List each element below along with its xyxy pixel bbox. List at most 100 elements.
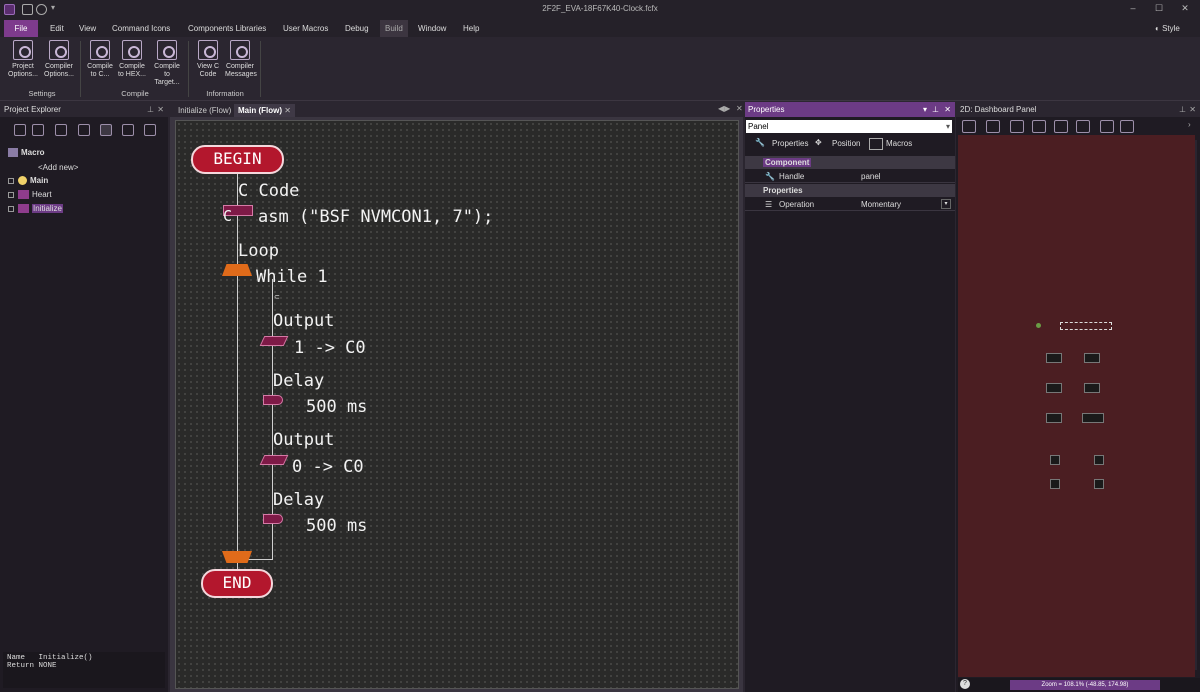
menu-debug[interactable]: Debug (340, 20, 374, 37)
project-explorer-panel: Project Explorer ⊥ ✕ Macro <Add new> Main… (0, 102, 168, 692)
help-icon[interactable]: ? (960, 679, 970, 689)
components-icon[interactable] (100, 124, 112, 136)
properties-panel: Properties ▾ ⊥ ✕ Panel ▾ 🔧 Properties ✥ Pos… (745, 102, 955, 692)
tab-scroll-icon[interactable]: ◀▶ (718, 104, 730, 113)
dashboard-button-component[interactable] (1050, 479, 1060, 489)
menu-file[interactable]: File (4, 20, 38, 37)
close-icon[interactable]: ✕ (944, 102, 951, 117)
expand-icon[interactable] (8, 205, 14, 212)
begin-terminal[interactable]: BEGIN (191, 145, 284, 174)
delay2-block[interactable] (263, 514, 283, 524)
output2-body: 0 -> C0 (292, 457, 364, 477)
style-menu[interactable]: ◐ Style (1150, 20, 1185, 37)
binary-icon (122, 40, 142, 60)
dashboard-component[interactable] (1082, 413, 1104, 423)
probe-icon[interactable] (1120, 120, 1134, 133)
variables-icon[interactable] (32, 124, 44, 136)
tab-initialize-flow[interactable]: Initialize (Flow) (174, 104, 235, 118)
tree-add-new[interactable]: <Add new> (38, 163, 78, 172)
close-icon[interactable]: ✕ (736, 104, 743, 113)
ports-icon[interactable] (55, 124, 67, 136)
loop-end-block[interactable] (222, 551, 252, 563)
macro-icon (18, 204, 29, 214)
dashboard-component[interactable] (1084, 383, 1100, 393)
compiler-options-button[interactable]: Compiler Options... (44, 40, 74, 88)
close-tab-icon[interactable]: ✕ (284, 106, 291, 115)
pin-icon[interactable]: ⊥ (932, 102, 939, 117)
property-row-operation[interactable]: ☰ Operation Momentary ▾ (745, 198, 955, 211)
tree-root-macro[interactable]: Macro (8, 148, 45, 158)
tab-position[interactable]: ✥ Position (815, 138, 860, 150)
menu-user-macros[interactable]: User Macros (278, 20, 333, 37)
maximize-icon[interactable]: ☐ (1152, 3, 1166, 15)
output2-title: Output (273, 430, 335, 450)
ribbon-group-settings: Settings (28, 89, 56, 98)
ribbon-separator (80, 41, 81, 97)
compile-to-target-button[interactable]: Compile to Target... (152, 40, 182, 88)
dropdown-icon[interactable]: ▾ (923, 102, 927, 117)
pan-icon[interactable] (1010, 120, 1024, 133)
compile-to-hex-button[interactable]: Compile to HEX... (117, 40, 147, 88)
tab-properties[interactable]: 🔧 Properties (755, 138, 808, 150)
zoom-fit-icon[interactable] (1054, 120, 1068, 133)
chevron-down-icon[interactable]: ▾ (946, 120, 950, 133)
menu-view[interactable]: View (74, 20, 101, 37)
output2-block[interactable] (259, 455, 289, 465)
property-row-handle[interactable]: 🔧 Handle panel (745, 170, 955, 183)
pin-icon[interactable]: ⊥ (1179, 102, 1186, 117)
tab-main-flow[interactable]: Main (Flow) ✕ (234, 104, 295, 118)
dashboard-canvas[interactable] (958, 135, 1195, 677)
palette-icon: ◐ (1155, 24, 1163, 33)
close-icon[interactable]: ✕ (157, 102, 164, 117)
chevron-down-icon[interactable]: ▾ (941, 199, 951, 209)
close-icon[interactable]: ✕ (1189, 102, 1196, 117)
minimize-icon[interactable]: – (1126, 3, 1140, 15)
expand-icon[interactable] (8, 191, 14, 198)
end-terminal[interactable]: END (201, 569, 273, 598)
dashboard-component[interactable] (1046, 383, 1062, 393)
dashboard-button-component[interactable] (1094, 455, 1104, 465)
menu-components-libraries[interactable]: Components Libraries (183, 20, 271, 37)
dashboard-component[interactable] (1084, 353, 1100, 363)
component-selector[interactable]: Panel ▾ (746, 120, 952, 133)
tools-icon[interactable] (1100, 120, 1114, 133)
move-icon: ✥ (815, 138, 822, 147)
rotate-icon[interactable] (1032, 120, 1046, 133)
compile-to-c-button[interactable]: Compile to C... (85, 40, 115, 88)
property-group-component[interactable]: Component (745, 156, 955, 169)
menu-build[interactable]: Build (380, 20, 408, 37)
dashboard-display-component[interactable] (1060, 322, 1112, 330)
project-options-button[interactable]: Project Options... (8, 40, 38, 88)
events-icon[interactable] (122, 124, 134, 136)
dashboard-button-component[interactable] (1094, 479, 1104, 489)
output1-block[interactable] (259, 336, 289, 346)
macro-view-icon[interactable] (14, 124, 26, 136)
select-pointer-icon[interactable] (986, 120, 1000, 133)
view-c-code-button[interactable]: View C Code (193, 40, 223, 88)
menu-help[interactable]: Help (458, 20, 484, 37)
resources-icon[interactable] (144, 124, 156, 136)
tree-item-heart[interactable]: Heart (8, 190, 52, 200)
menu-window[interactable]: Window (413, 20, 451, 37)
constants-icon[interactable] (78, 124, 90, 136)
view-code-icon (198, 40, 218, 60)
flowchart-canvas[interactable]: BEGIN C Code C asm ("BSF NVMCON1, 7"); L… (175, 120, 739, 689)
dashboard-button-component[interactable] (1050, 455, 1060, 465)
loop-start-block[interactable] (222, 264, 252, 276)
tree-item-initialize[interactable]: Initialize (8, 204, 63, 214)
menu-edit[interactable]: Edit (45, 20, 69, 37)
tab-macros[interactable]: Macros (869, 138, 912, 150)
view-2d-icon[interactable] (962, 120, 976, 133)
delay1-block[interactable] (263, 395, 283, 405)
dashboard-component[interactable] (1046, 353, 1062, 363)
expand-icon[interactable] (8, 177, 14, 184)
pin-icon[interactable]: ⊥ (147, 102, 154, 117)
zoom-selection-icon[interactable] (1076, 120, 1090, 133)
tree-item-main[interactable]: Main (8, 176, 48, 186)
compiler-messages-button[interactable]: Compiler Messages (225, 40, 257, 88)
close-icon[interactable]: ✕ (1178, 3, 1192, 15)
property-group-properties[interactable]: Properties (745, 184, 955, 197)
dashboard-component[interactable] (1046, 413, 1062, 423)
chevron-right-icon[interactable]: › (1188, 120, 1191, 129)
menu-command-icons[interactable]: Command Icons (107, 20, 175, 37)
